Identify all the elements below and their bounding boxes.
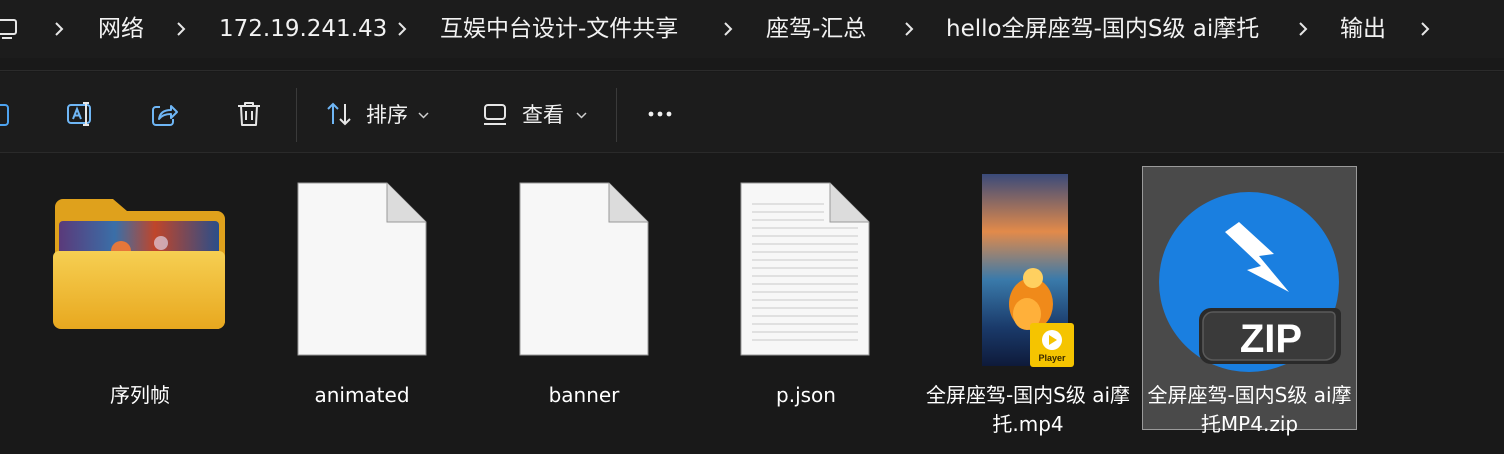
rename-icon <box>67 102 91 126</box>
chevron-right-icon[interactable] <box>903 19 915 39</box>
file-item-zip[interactable]: ZIP 全屏座驾-国内S级 ai摩托MP4.zip <box>1142 166 1357 436</box>
file-item-folder[interactable]: 序列帧 <box>33 167 247 429</box>
breadcrumb-item-summary[interactable]: 座驾-汇总 <box>766 15 866 43</box>
breadcrumb-item-project[interactable]: hello全屏座驾-国内S级 ai摩托 <box>946 15 1259 43</box>
zip-archive-icon: ZIP <box>1159 192 1341 372</box>
breadcrumb-item-network[interactable]: 网络 <box>98 15 144 43</box>
zip-label: ZIP <box>1240 317 1302 361</box>
address-bar[interactable]: 网络 172.19.241.43 互娱中台设计-文件共享 座驾-汇总 hello… <box>0 0 1504 58</box>
chevron-right-icon[interactable] <box>1419 19 1431 39</box>
more-options-button[interactable] <box>638 86 682 138</box>
file-item-banner[interactable]: banner <box>477 167 691 429</box>
new-button[interactable] <box>0 86 14 138</box>
chevron-down-icon <box>576 112 587 119</box>
divider <box>0 70 1504 71</box>
file-item-json[interactable]: p.json <box>699 167 913 429</box>
file-name: 序列帧 <box>110 383 170 407</box>
breadcrumb: 网络 172.19.241.43 互娱中台设计-文件共享 座驾-汇总 hello… <box>0 0 1504 58</box>
toolbar-separator <box>616 88 617 142</box>
file-name: animated <box>314 383 410 407</box>
blank-file-icon <box>519 182 649 356</box>
text-file-icon <box>740 182 870 356</box>
chevron-right-icon[interactable] <box>722 19 734 39</box>
view-icon <box>484 104 506 125</box>
file-name: 全屏座驾-国内S级 ai摩托.mp4 <box>925 383 1131 436</box>
view-label: 查看 <box>522 103 564 127</box>
delete-icon <box>238 102 260 126</box>
sort-label: 排序 <box>366 103 408 127</box>
file-grid: 序列帧 animated banner p.json Player 全屏座驾-国… <box>0 153 1504 454</box>
toolbar-separator <box>296 88 297 142</box>
breadcrumb-item-share[interactable]: 互娱中台设计-文件共享 <box>440 15 678 43</box>
chevron-right-icon[interactable] <box>175 19 187 39</box>
more-icon <box>648 111 672 117</box>
sort-button[interactable]: 排序 <box>320 86 438 138</box>
chevron-right-icon[interactable] <box>53 19 65 39</box>
folder-icon <box>53 199 225 329</box>
file-item-animated[interactable]: animated <box>255 167 469 429</box>
breadcrumb-item-output[interactable]: 输出 <box>1340 15 1386 43</box>
new-icon <box>0 104 9 126</box>
svg-text:Player: Player <box>1038 353 1066 363</box>
command-bar: 排序 查看 <box>0 72 1504 152</box>
sort-icon <box>327 102 351 126</box>
file-name: banner <box>548 383 620 407</box>
blank-file-icon <box>297 182 427 356</box>
view-button[interactable]: 查看 <box>478 86 596 138</box>
share-button[interactable] <box>144 86 188 138</box>
file-name: p.json <box>776 383 836 407</box>
chevron-right-icon[interactable] <box>1297 19 1309 39</box>
chevron-down-icon <box>418 112 429 119</box>
rename-button[interactable] <box>60 86 104 138</box>
delete-button[interactable] <box>228 86 272 138</box>
player-badge-icon: Player <box>1030 323 1074 367</box>
chevron-right-icon[interactable] <box>396 19 408 39</box>
share-icon <box>152 105 178 126</box>
file-name: 全屏座驾-国内S级 ai摩托MP4.zip <box>1147 383 1352 436</box>
file-item-video[interactable]: Player 全屏座驾-国内S级 ai摩托.mp4 <box>921 167 1135 436</box>
breadcrumb-item-host[interactable]: 172.19.241.43 <box>219 15 387 43</box>
